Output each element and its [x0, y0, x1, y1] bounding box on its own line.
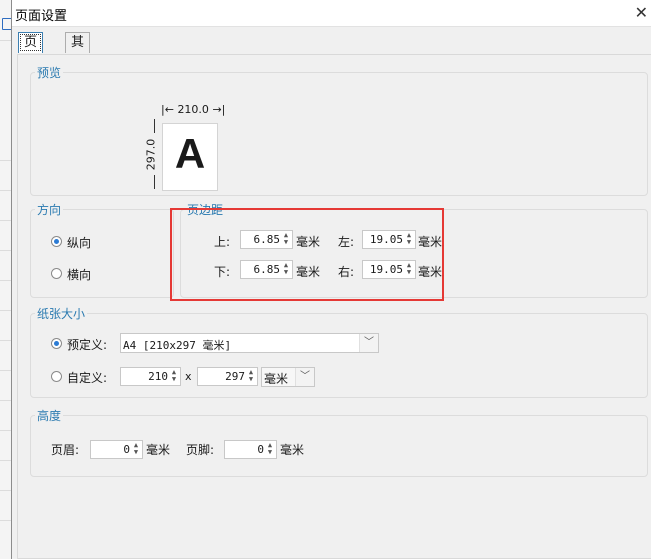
tab-other[interactable]: 其他 [65, 32, 91, 70]
margin-left-label: 左: [338, 235, 355, 249]
custom-label[interactable]: 自定义: [67, 369, 107, 386]
dimension-arrow-left: |← [161, 103, 174, 116]
spinner-down-icon[interactable]: ▼ [131, 449, 141, 456]
footer-unit: 毫米 [280, 443, 305, 457]
spinner-arrows[interactable]: ▲ ▼ [281, 262, 291, 277]
spinner-arrows[interactable]: ▲ ▼ [131, 442, 141, 457]
margin-top-unit: 毫米 [296, 235, 321, 249]
preview-width-dimension: |← 210.0 →| [161, 103, 225, 116]
landscape-label[interactable]: 横向 [67, 266, 91, 283]
header-height-input[interactable]: 0 ▲ ▼ [90, 440, 143, 459]
margin-left-value: 19.05 [369, 233, 403, 246]
portrait-label[interactable]: 纵向 [67, 234, 91, 251]
spinner-down-icon[interactable]: ▼ [404, 269, 414, 276]
preset-radio[interactable] [51, 338, 62, 349]
spinner-down-icon[interactable]: ▼ [169, 376, 179, 383]
preset-label[interactable]: 预定义: [67, 336, 107, 353]
spinner-arrows[interactable]: ▲ ▼ [281, 232, 291, 247]
footer-height-input[interactable]: 0 ▲ ▼ [224, 440, 277, 459]
custom-width-input[interactable]: 210 ▲ ▼ [120, 367, 181, 386]
preview-height-value: 297.0 [144, 138, 158, 171]
margin-top-input[interactable]: 6.85 ▲ ▼ [240, 230, 293, 249]
spinner-arrows[interactable]: ▲ ▼ [404, 262, 414, 277]
custom-unit-select[interactable]: 毫米 ﹀ [261, 367, 315, 387]
title-bar[interactable]: 页面设置 ✕ [12, 0, 651, 27]
chevron-down-icon[interactable]: ﹀ [359, 334, 378, 352]
header-label: 页眉: [51, 443, 80, 457]
tab-page[interactable]: 页面 [18, 32, 44, 70]
preset-paper-select[interactable]: A4 [210x297 毫米] ﹀ [120, 333, 379, 353]
preview-group: 预览 |← 210.0 →| 297.0 A [30, 64, 648, 196]
margin-top-label: 上: [214, 235, 231, 249]
preview-width-value: 210.0 [177, 103, 209, 116]
header-unit: 毫米 [146, 443, 171, 457]
margin-left-unit: 毫米 [418, 235, 443, 249]
custom-unit-value: 毫米 [264, 372, 289, 386]
portrait-radio[interactable] [51, 236, 62, 247]
times-sign: x [185, 370, 192, 383]
margin-bottom-input[interactable]: 6.85 ▲ ▼ [240, 260, 293, 279]
spinner-down-icon[interactable]: ▼ [265, 449, 275, 456]
custom-height-value: 297 [225, 370, 245, 383]
spinner-down-icon[interactable]: ▼ [246, 376, 256, 383]
spinner-down-icon[interactable]: ▼ [281, 269, 291, 276]
page-preview-letter: A [174, 130, 206, 177]
page-preview-sheet: A [162, 123, 218, 191]
header-height-value: 0 [123, 443, 130, 456]
dimension-arrow-up-line [154, 119, 155, 133]
margin-top-value: 6.85 [253, 233, 281, 246]
custom-width-value: 210 [148, 370, 168, 383]
dimension-arrow-down-line [154, 175, 155, 189]
spinner-down-icon[interactable]: ▼ [281, 239, 291, 246]
paper-size-group: 纸张大小 预定义: A4 [210x297 毫米] ﹀ 自定义: 210 ▲ ▼ … [30, 305, 648, 398]
chevron-down-icon[interactable]: ﹀ [295, 368, 314, 386]
margin-right-unit: 毫米 [418, 265, 443, 279]
close-icon[interactable]: ✕ [635, 3, 648, 22]
spinner-down-icon[interactable]: ▼ [404, 239, 414, 246]
landscape-radio[interactable] [51, 268, 62, 279]
spinner-arrows[interactable]: ▲ ▼ [246, 369, 256, 384]
margin-right-input[interactable]: 19.05 ▲ ▼ [362, 260, 416, 279]
footer-height-value: 0 [257, 443, 264, 456]
spinner-arrows[interactable]: ▲ ▼ [169, 369, 179, 384]
height-group: 高度 页眉: 0 ▲ ▼ 毫米 页脚: 0 ▲ ▼ 毫米 [30, 407, 648, 477]
margins-group: 页边距 上: 6.85 ▲ ▼ 毫米 左: 19.05 ▲ ▼ 毫米 下: 6.85… [180, 201, 648, 298]
preview-group-title: 预览 [35, 64, 64, 81]
custom-radio[interactable] [51, 371, 62, 382]
dimension-arrow-right: →| [212, 103, 226, 116]
footer-label: 页脚: [186, 443, 215, 457]
custom-height-input[interactable]: 297 ▲ ▼ [197, 367, 258, 386]
paper-size-group-title: 纸张大小 [35, 305, 88, 322]
tab-panel-page: 预览 |← 210.0 →| 297.0 A 方向 纵向 横向 页边距 上: 6… [17, 54, 651, 559]
margin-left-input[interactable]: 19.05 ▲ ▼ [362, 230, 416, 249]
margin-bottom-label: 下: [214, 265, 231, 279]
orientation-group-title: 方向 [35, 201, 64, 218]
margin-bottom-value: 6.85 [253, 263, 281, 276]
margin-right-label: 右: [338, 265, 355, 279]
margins-group-title: 页边距 [185, 201, 226, 218]
margin-right-value: 19.05 [369, 263, 403, 276]
spinner-arrows[interactable]: ▲ ▼ [404, 232, 414, 247]
page-setup-dialog: 页面设置 ✕ 页面 其他 预览 |← 210.0 →| 297.0 A 方向 纵… [11, 0, 651, 559]
margin-bottom-unit: 毫米 [296, 265, 321, 279]
preset-paper-value: A4 [210x297 毫米] [123, 339, 232, 352]
dialog-title: 页面设置 [15, 9, 68, 24]
height-group-title: 高度 [35, 407, 64, 424]
spinner-arrows[interactable]: ▲ ▼ [265, 442, 275, 457]
orientation-group: 方向 纵向 横向 [30, 201, 174, 298]
